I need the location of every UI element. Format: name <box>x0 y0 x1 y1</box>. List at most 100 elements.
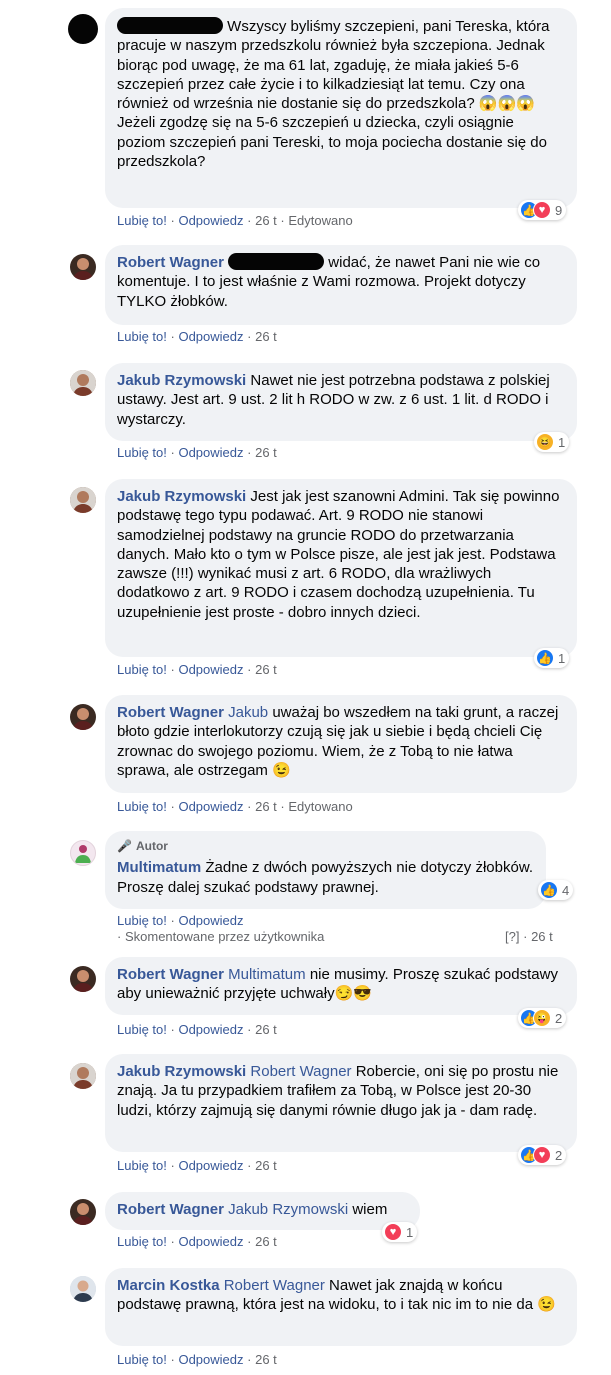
microphone-icon: 🎤 <box>117 839 132 853</box>
love-reaction-icon: ♥ <box>384 1223 402 1241</box>
like-reaction-icon: 👍 <box>540 881 558 899</box>
help-icon[interactable]: [?] <box>505 929 519 944</box>
comment-text: Jest jak jest szanowni Admini. Tak się p… <box>117 488 560 621</box>
comment-actions: Lubię to! · Odpowiedz · 26 t <box>117 1352 277 1367</box>
like-button[interactable]: Lubię to! <box>117 799 167 814</box>
avatar[interactable] <box>70 966 96 992</box>
timestamp[interactable]: 26 t <box>531 929 553 944</box>
comment-bubble: Marcin Kostka Robert Wagner Nawet jak zn… <box>105 1268 577 1346</box>
reactions-summary[interactable]: ♥ 1 <box>382 1222 418 1242</box>
avatar[interactable] <box>70 1276 96 1302</box>
timestamp[interactable]: 26 t <box>255 799 277 814</box>
reply-button[interactable]: Odpowiedz <box>178 913 243 928</box>
comment-actions: Lubię to! · Odpowiedz · 26 t <box>117 1234 277 1249</box>
commented-by-note: · Skomentowane przez użytkownika <box>117 929 325 944</box>
reply-button[interactable]: Odpowiedz <box>178 445 243 460</box>
comment-actions: Lubię to! · Odpowiedz · 26 t <box>117 329 277 344</box>
love-reaction-icon: ♥ <box>533 1146 551 1164</box>
haha-reaction-icon: 😜 <box>533 1009 551 1027</box>
timestamp[interactable]: 26 t <box>255 329 277 344</box>
mention-link[interactable]: Multimatum <box>228 966 306 983</box>
author-badge: 🎤 Autor <box>117 837 534 856</box>
like-reaction-icon: 👍 <box>536 649 554 667</box>
author-name[interactable]: Robert Wagner <box>117 966 224 983</box>
author-name[interactable]: Robert Wagner <box>117 1201 224 1218</box>
reactions-summary[interactable]: 👍 😜 2 <box>518 1008 567 1028</box>
reply-button[interactable]: Odpowiedz <box>178 662 243 677</box>
reply-button[interactable]: Odpowiedz <box>178 213 243 228</box>
comment-bubble: Jakub Rzymowski Jest jak jest szanowni A… <box>105 479 577 657</box>
author-name[interactable]: Robert Wagner <box>117 704 224 721</box>
like-button[interactable]: Lubię to! <box>117 445 167 460</box>
haha-reaction-icon: 😆 <box>536 433 554 451</box>
reply-button[interactable]: Odpowiedz <box>178 1352 243 1367</box>
reactions-summary[interactable]: 😆 1 <box>534 432 570 452</box>
comment-meta: [?] · 26 t <box>505 929 553 944</box>
reactions-summary[interactable]: 👍 1 <box>534 648 570 668</box>
avatar[interactable] <box>70 370 96 396</box>
reply-button[interactable]: Odpowiedz <box>178 1158 243 1173</box>
avatar[interactable] <box>68 14 98 44</box>
mention-link[interactable]: Jakub Rzymowski <box>228 1201 348 1218</box>
timestamp[interactable]: 26 t <box>255 1352 277 1367</box>
edited-label: Edytowano <box>288 213 353 228</box>
reply-button[interactable]: Odpowiedz <box>178 1234 243 1249</box>
like-button[interactable]: Lubię to! <box>117 1352 167 1367</box>
redacted-name <box>117 17 223 34</box>
timestamp[interactable]: 26 t <box>255 1158 277 1173</box>
comment-text: wiem <box>352 1201 388 1218</box>
like-button[interactable]: Lubię to! <box>117 329 167 344</box>
mention-link[interactable]: Robert Wagner <box>224 1277 325 1294</box>
like-button[interactable]: Lubię to! <box>117 662 167 677</box>
reactions-summary[interactable]: 👍 ♥ 2 <box>518 1145 567 1165</box>
author-name[interactable]: Jakub Rzymowski <box>117 1063 246 1080</box>
comment-bubble: Wszyscy byliśmy szczepieni, pani Tereska… <box>105 8 577 208</box>
avatar[interactable] <box>70 1199 96 1225</box>
like-button[interactable]: Lubię to! <box>117 913 167 928</box>
comment-actions: Lubię to! · Odpowiedz · 26 t <box>117 445 277 460</box>
timestamp[interactable]: 26 t <box>255 662 277 677</box>
timestamp[interactable]: 26 t <box>255 1234 277 1249</box>
timestamp[interactable]: 26 t <box>255 1022 277 1037</box>
comment-bubble: Robert Wagner widać, że nawet Pani nie w… <box>105 245 577 325</box>
avatar[interactable] <box>70 704 96 730</box>
comment-text: Wszyscy byliśmy szczepieni, pani Tereska… <box>117 18 550 171</box>
comment-bubble: Robert Wagner Jakub uważaj bo wszedłem n… <box>105 695 577 793</box>
redacted-name <box>228 253 325 270</box>
comment-bubble: Jakub Rzymowski Nawet nie jest potrzebna… <box>105 363 577 441</box>
like-button[interactable]: Lubię to! <box>117 213 167 228</box>
comment-actions: Lubię to! · Odpowiedz · 26 t · Edytowano <box>117 213 353 228</box>
avatar[interactable] <box>70 487 96 513</box>
mention-link[interactable]: Robert Wagner <box>250 1063 351 1080</box>
timestamp[interactable]: 26 t <box>255 445 277 460</box>
author-name[interactable]: Robert Wagner <box>117 254 224 271</box>
author-name[interactable]: Jakub Rzymowski <box>117 372 246 389</box>
avatar[interactable] <box>70 840 96 866</box>
edited-label: Edytowano <box>288 799 353 814</box>
comment-actions: Lubię to! · Odpowiedz · 26 t <box>117 1158 277 1173</box>
comment-actions: Lubię to! · Odpowiedz · 26 t · Edytowano <box>117 799 353 814</box>
comment-bubble: Robert Wagner Jakub Rzymowski wiem <box>105 1192 420 1230</box>
author-name[interactable]: Marcin Kostka <box>117 1277 220 1294</box>
reply-button[interactable]: Odpowiedz <box>178 1022 243 1037</box>
avatar[interactable] <box>70 1063 96 1089</box>
avatar[interactable] <box>70 254 96 280</box>
mention-link[interactable]: Jakub <box>228 704 268 721</box>
reply-button[interactable]: Odpowiedz <box>178 329 243 344</box>
timestamp[interactable]: 26 t <box>255 213 277 228</box>
comment-actions: Lubię to! · Odpowiedz · 26 t <box>117 1022 277 1037</box>
comment-bubble: Jakub Rzymowski Robert Wagner Robercie, … <box>105 1054 577 1152</box>
reactions-summary[interactable]: 👍 4 <box>538 880 574 900</box>
author-name[interactable]: Jakub Rzymowski <box>117 488 246 505</box>
comment-actions: Lubię to! · Odpowiedz <box>117 913 244 928</box>
like-button[interactable]: Lubię to! <box>117 1022 167 1037</box>
like-button[interactable]: Lubię to! <box>117 1234 167 1249</box>
comment-bubble: Robert Wagner Multimatum nie musimy. Pro… <box>105 957 577 1015</box>
love-reaction-icon: ♥ <box>533 201 551 219</box>
author-name[interactable]: Multimatum <box>117 859 201 876</box>
reply-button[interactable]: Odpowiedz <box>178 799 243 814</box>
comment-bubble: 🎤 Autor Multimatum Żadne z dwóch powyższ… <box>105 831 546 909</box>
reactions-summary[interactable]: 👍 ♥ 9 <box>518 200 567 220</box>
comment-actions: Lubię to! · Odpowiedz · 26 t <box>117 662 277 677</box>
like-button[interactable]: Lubię to! <box>117 1158 167 1173</box>
